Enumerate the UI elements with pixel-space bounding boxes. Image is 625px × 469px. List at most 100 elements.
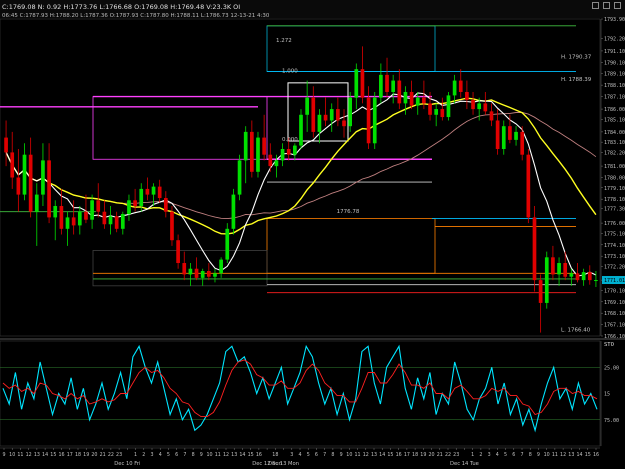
candle-body [452,80,457,96]
time-tick-label: 14 [42,452,48,458]
candle-body [422,97,426,104]
price-tick-label: 1772.20 [604,264,625,270]
time-tick-label: 9 [340,452,343,458]
candle-body [22,154,27,195]
time-tick-label: 14 [577,452,583,458]
candle-body [544,257,549,303]
annotation-label: 1.000 [282,69,298,75]
time-tick-label: 11 [215,452,221,458]
time-tick-label: 1 [134,452,137,458]
time-tick-label: 19 [420,452,426,458]
time-tick-label: 4 [159,452,162,458]
time-tick-label: 20 [91,452,97,458]
candle-body [102,211,107,225]
time-tick-label: 15 [50,452,56,458]
candle-body [415,97,420,106]
time-tick-label: 20 [429,452,435,458]
time-tick-label: 17 [404,452,410,458]
candle [237,154,242,201]
candle-body [53,206,58,218]
time-tick-label: 12 [223,452,229,458]
candle-body [243,131,248,161]
candle-body [342,120,346,127]
candle-body [477,103,482,110]
candle-body [299,114,303,146]
candle-body [237,160,242,195]
candle-body [268,154,273,167]
candle-body [372,97,377,144]
header-readout: 06:45 C:1787.93 H:1788.20 L:1787.36 O:17… [2,13,270,19]
candle-body [225,228,230,260]
candle-body [34,194,39,212]
time-tick-label: 16 [396,452,402,458]
header-ohlc: C:1769.08 N: 0.92 H:1773.76 L:1766.68 O:… [2,3,240,11]
candle-body [114,216,119,229]
candle-body [84,211,88,220]
candle-body [489,111,494,121]
candle-body [317,114,322,132]
time-tick-label: 11 [17,452,23,458]
price-tick-label: 1793.90 [604,17,625,23]
candle-body [311,97,316,132]
time-tick-label: 8 [331,452,334,458]
time-tick-label: 14 [379,452,385,458]
candle-body [409,91,414,106]
time-tick-label: 11 [552,452,558,458]
candle-body [163,198,168,212]
candle-body [532,217,537,281]
candle-body [458,80,463,92]
time-tick-label: 13 [34,452,40,458]
time-tick-label: 7 [183,452,186,458]
price-tick-label: 1770.10 [604,288,625,294]
price-tick-label: 1790.10 [604,60,625,66]
time-tick-label: 7 [323,452,326,458]
time-tick-label: 8 [192,452,195,458]
time-tick-label: 23 [453,452,459,458]
annotation-label: L. 1766.40 [561,328,591,334]
time-tick-label: 7 [520,452,523,458]
time-tick-label: 16 [593,452,599,458]
time-tick-label: 8 [529,452,532,458]
candle-body [280,148,285,161]
candle-body [157,186,162,199]
candle-body [77,211,82,226]
candle-body [360,69,365,98]
candle-body [440,109,445,118]
time-tick-label: 5 [504,452,507,458]
time-tick-label: 16 [59,452,65,458]
annotation-label: 1776.78 [337,209,360,215]
price-tick-label: 1784.00 [604,130,625,136]
candle-body [385,74,389,92]
close-button[interactable] [614,2,621,9]
time-tick-label: 10 [9,452,15,458]
candle [526,148,531,224]
candle-body [213,273,217,277]
price-axis: 1766.10 1767.10 1768.10 1769.10 1770.10 1771.… [600,17,625,340]
maximize-button[interactable] [603,2,610,9]
candle-body [520,131,525,155]
candle-body [329,109,334,121]
candle-body [219,259,223,274]
candle [348,91,352,132]
time-tick-label: 14 [239,452,245,458]
candle-body [594,280,598,282]
candle-body [446,95,451,118]
minimize-button[interactable] [592,2,599,9]
time-tick-label: 10 [346,452,352,458]
price-tick-label: 1779.10 [604,186,625,192]
stochastic-tick-label: 75.00 [604,418,619,424]
candle [256,131,260,178]
candle [544,251,549,309]
time-tick-label: 15 [248,452,254,458]
annotation-label: 0.000 [282,137,298,143]
candle-body [176,240,180,264]
time-tick-label: 22 [108,452,114,458]
candle-body [428,103,432,115]
candle-body [348,97,352,127]
price-tick-label: 1789.10 [604,72,625,78]
time-tick-label: 18 [272,452,278,458]
candle-body [231,194,236,229]
time-tick-label: 5 [307,452,310,458]
time-tick-label: 13 [231,452,237,458]
time-tick-label: 22 [445,452,451,458]
